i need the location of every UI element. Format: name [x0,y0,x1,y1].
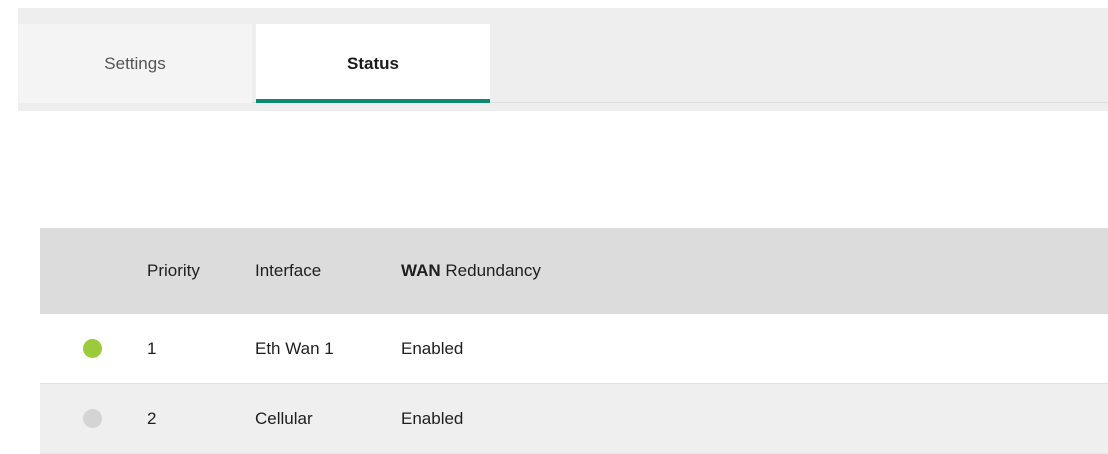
wan-status-table: Priority Interface WAN Redundancy 1 Eth … [40,228,1108,454]
header-status [40,228,140,314]
tab-bar: Settings Status [18,24,1108,103]
table-row: 1 Eth Wan 1 Enabled [40,314,1108,384]
status-panel: Priority Interface WAN Redundancy 1 Eth … [18,111,1108,454]
tab-status[interactable]: Status [256,24,490,103]
header-interface: Interface [255,261,322,280]
row-interface: Eth Wan 1 [255,338,334,358]
row-interface: Cellular [255,408,313,428]
content-shell: Settings Status Priority Interface WAN R… [18,8,1108,454]
table-row: 2 Cellular Enabled [40,384,1108,454]
tab-status-label: Status [347,53,399,73]
header-wan-bold: WAN [401,261,441,280]
row-priority: 1 [147,338,157,358]
header-wan-rest: Redundancy [440,261,541,280]
row-priority: 2 [147,408,157,428]
header-priority: Priority [147,261,200,280]
header-wan-redundancy: WAN Redundancy [401,228,541,314]
row-status-cell [40,314,140,383]
status-dot-green-icon [83,339,102,358]
status-dot-gray-icon [83,409,102,428]
tab-settings-label: Settings [104,53,166,73]
row-status-cell [40,384,140,453]
tab-settings[interactable]: Settings [18,24,252,103]
row-wan-redundancy: Enabled [401,338,464,358]
row-wan-redundancy: Enabled [401,408,464,428]
active-tab-indicator [256,99,490,103]
app-frame: Settings Status Priority Interface WAN R… [0,0,1108,454]
table-header: Priority Interface WAN Redundancy [40,228,1108,314]
